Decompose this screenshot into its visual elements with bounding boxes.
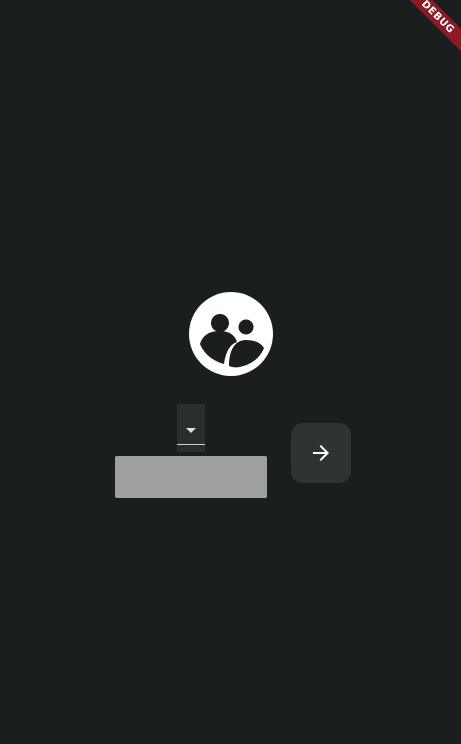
language-dropdown[interactable]: [177, 404, 205, 452]
arrow-drop-down-icon: [186, 428, 196, 433]
name-input[interactable]: [115, 456, 267, 498]
debug-banner: DEBUG: [401, 0, 461, 60]
dropdown-underline: [177, 444, 205, 445]
submit-button[interactable]: [291, 423, 351, 483]
group-people-icon: [189, 292, 273, 376]
arrow-forward-icon: [313, 445, 329, 461]
debug-banner-label: DEBUG: [401, 0, 461, 55]
